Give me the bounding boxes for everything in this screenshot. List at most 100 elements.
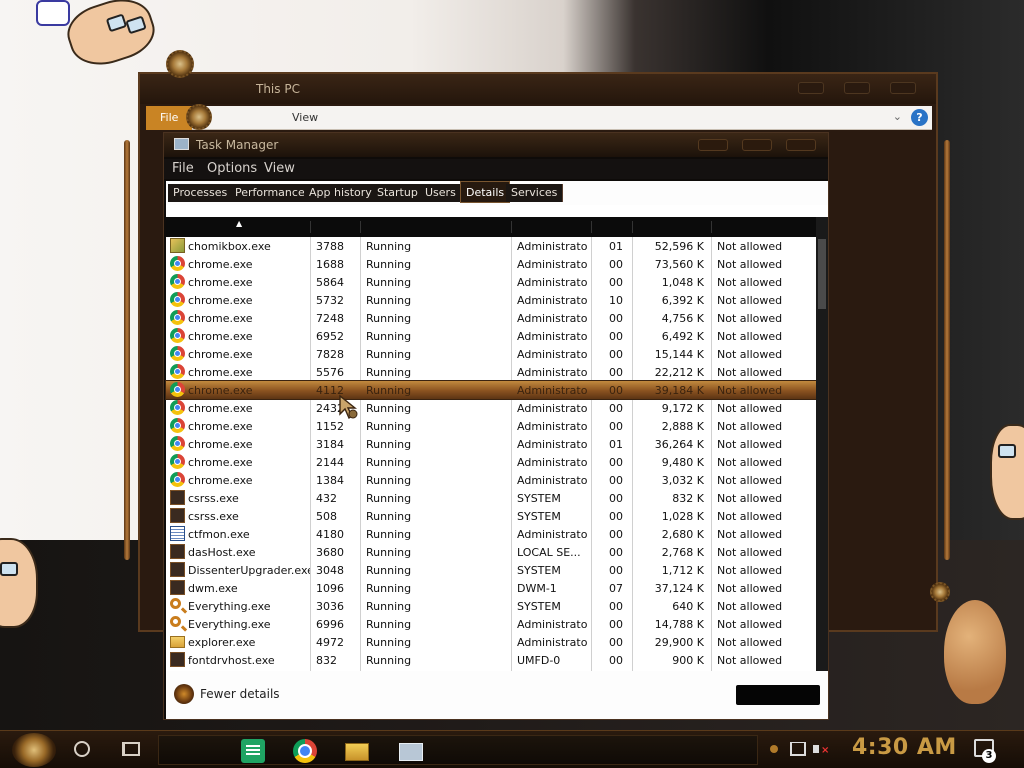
task-view-icon[interactable] (122, 742, 140, 756)
tab-details[interactable]: Details (460, 181, 511, 203)
scrollbar-thumb[interactable] (818, 239, 826, 309)
tab-users[interactable]: Users (420, 184, 462, 202)
task-manager-icon[interactable] (399, 743, 423, 761)
process-row[interactable]: chrome.exe 1152 Running Administrator 00 2,88… (166, 417, 816, 435)
network-icon[interactable] (790, 742, 806, 756)
tab-bar: Processes Performance App history Startu… (166, 181, 828, 205)
cortana-search-icon[interactable] (74, 741, 90, 757)
process-memory: 29,900 K (654, 636, 704, 649)
taskbar: × 4:30 AM 3 (0, 730, 1024, 768)
column-header-row[interactable]: ▲ (166, 217, 816, 237)
cartoon-hand (36, 0, 70, 26)
process-name: chrome.exe (188, 402, 253, 415)
process-name: chrome.exe (188, 474, 253, 487)
fewer-details-link[interactable]: Fewer details (200, 687, 280, 701)
process-user: Administrator (517, 366, 587, 379)
tab-processes[interactable]: Processes (168, 184, 234, 202)
process-user: DWM-1 (517, 582, 557, 595)
process-row[interactable]: chomikbox.exe 3788 Running Administrator 01 5… (166, 237, 816, 255)
process-row[interactable]: chrome.exe 3184 Running Administrator 01 36,2… (166, 435, 816, 453)
folder-icon (170, 636, 185, 648)
minimize-button[interactable] (698, 139, 728, 151)
google-sheets-icon[interactable] (241, 739, 265, 763)
process-row[interactable]: Everything.exe 6996 Running Administrator 00… (166, 615, 816, 633)
fewer-details-chevron-icon[interactable] (174, 684, 194, 704)
process-row[interactable]: chrome.exe 7828 Running Administrator 00 15,1… (166, 345, 816, 363)
tab-performance[interactable]: Performance (230, 184, 311, 202)
process-memory: 1,048 K (661, 276, 704, 289)
help-icon[interactable]: ? (911, 109, 928, 126)
process-row[interactable]: dasHost.exe 3680 Running LOCAL SE... 00 2,768… (166, 543, 816, 561)
process-cpu: 00 (609, 618, 623, 631)
column-separator[interactable] (511, 221, 512, 233)
column-separator[interactable] (632, 221, 633, 233)
end-task-button[interactable] (736, 685, 820, 705)
process-memory: 4,756 K (661, 312, 704, 325)
process-row[interactable]: Everything.exe 3036 Running SYSTEM 00 640 K No… (166, 597, 816, 615)
menu-view[interactable]: View (264, 161, 295, 176)
column-separator[interactable] (711, 221, 712, 233)
explorer-view-tab[interactable]: View (292, 111, 318, 124)
chrome-icon[interactable] (293, 739, 317, 763)
tab-services[interactable]: Services (506, 184, 564, 202)
process-memory: 1,712 K (661, 564, 704, 577)
process-status: Running (366, 384, 412, 397)
process-row[interactable]: chrome.exe 4112 Running Administrator 00 39,1… (165, 380, 817, 400)
process-row[interactable]: chrome.exe 7248 Running Administrator 00 4,75… (166, 309, 816, 327)
taskbar-clock[interactable]: 4:30 AM (852, 735, 957, 760)
process-cpu: 00 (609, 654, 623, 667)
process-pid: 508 (316, 510, 337, 523)
tab-app-history[interactable]: App history (304, 184, 378, 202)
explorer-minimize-button[interactable] (798, 82, 824, 94)
chrome-icon (170, 328, 185, 343)
column-separator[interactable] (360, 221, 361, 233)
process-row[interactable]: DissenterUpgrader.exe 3048 Running SYSTEM 00… (166, 561, 816, 579)
process-uac-virtualization: Not allowed (717, 510, 783, 523)
process-name: chrome.exe (188, 312, 253, 325)
menu-bar: File Options View (164, 159, 828, 179)
process-cpu: 00 (609, 420, 623, 433)
process-row[interactable]: explorer.exe 4972 Running Administrator 00 29… (166, 633, 816, 651)
process-uac-virtualization: Not allowed (717, 348, 783, 361)
process-row[interactable]: csrss.exe 432 Running SYSTEM 00 832 K Not allo… (166, 489, 816, 507)
chrome-icon (170, 310, 185, 325)
explorer-maximize-button[interactable] (844, 82, 870, 94)
process-memory: 37,124 K (654, 582, 704, 595)
process-cpu: 00 (609, 276, 623, 289)
file-explorer-icon[interactable] (345, 743, 369, 761)
vertical-scrollbar[interactable] (816, 217, 828, 671)
task-manager-titlebar[interactable]: Task Manager (164, 133, 828, 157)
process-row[interactable]: dwm.exe 1096 Running DWM-1 07 37,124 K Not all… (166, 579, 816, 597)
tab-startup[interactable]: Startup (372, 184, 424, 202)
menu-options[interactable]: Options (207, 161, 257, 176)
task-manager-window[interactable]: Task Manager File Options View Processes… (163, 132, 829, 720)
column-separator[interactable] (310, 221, 311, 233)
process-row[interactable]: chrome.exe 6952 Running Administrator 00 6,49… (166, 327, 816, 345)
menu-file[interactable]: File (172, 161, 194, 176)
start-button-icon[interactable] (12, 733, 56, 767)
process-name: Everything.exe (188, 618, 271, 631)
process-row[interactable]: chrome.exe 5732 Running Administrator 10 6,39… (166, 291, 816, 309)
volume-muted-icon[interactable]: × (813, 742, 829, 756)
process-user: Administrator (517, 474, 587, 487)
ribbon-expand-chevron-icon[interactable]: ⌄ (893, 110, 902, 123)
process-row[interactable]: csrss.exe 508 Running SYSTEM 00 1,028 K Not al… (166, 507, 816, 525)
process-row[interactable]: fontdrvhost.exe 832 Running UMFD-0 00 900 K No… (166, 651, 816, 669)
process-cpu: 01 (609, 438, 623, 451)
process-memory: 6,492 K (661, 330, 704, 343)
process-row[interactable]: chrome.exe 1384 Running Administrator 00 3,03… (166, 471, 816, 489)
process-row[interactable]: chrome.exe 5864 Running Administrator 00 1,04… (166, 273, 816, 291)
process-row[interactable]: chrome.exe 5576 Running Administrator 00 22,2… (166, 363, 816, 381)
process-row[interactable]: chrome.exe 2144 Running Administrator 00 9,48… (166, 453, 816, 471)
process-row[interactable]: ctfmon.exe 4180 Running Administrator 00 2,68… (166, 525, 816, 543)
close-button[interactable] (786, 139, 816, 151)
show-hidden-icons-icon[interactable] (770, 745, 778, 753)
process-row[interactable]: chrome.exe 1688 Running Administrator 00 73,5… (166, 255, 816, 273)
column-separator[interactable] (591, 221, 592, 233)
explorer-close-button[interactable] (890, 82, 916, 94)
process-row[interactable]: chrome.exe 2432 Running Administrator 00 9,17… (166, 399, 816, 417)
sort-ascending-icon: ▲ (236, 219, 243, 228)
process-uac-virtualization: Not allowed (717, 600, 783, 613)
maximize-button[interactable] (742, 139, 772, 151)
process-status: Running (366, 492, 412, 505)
